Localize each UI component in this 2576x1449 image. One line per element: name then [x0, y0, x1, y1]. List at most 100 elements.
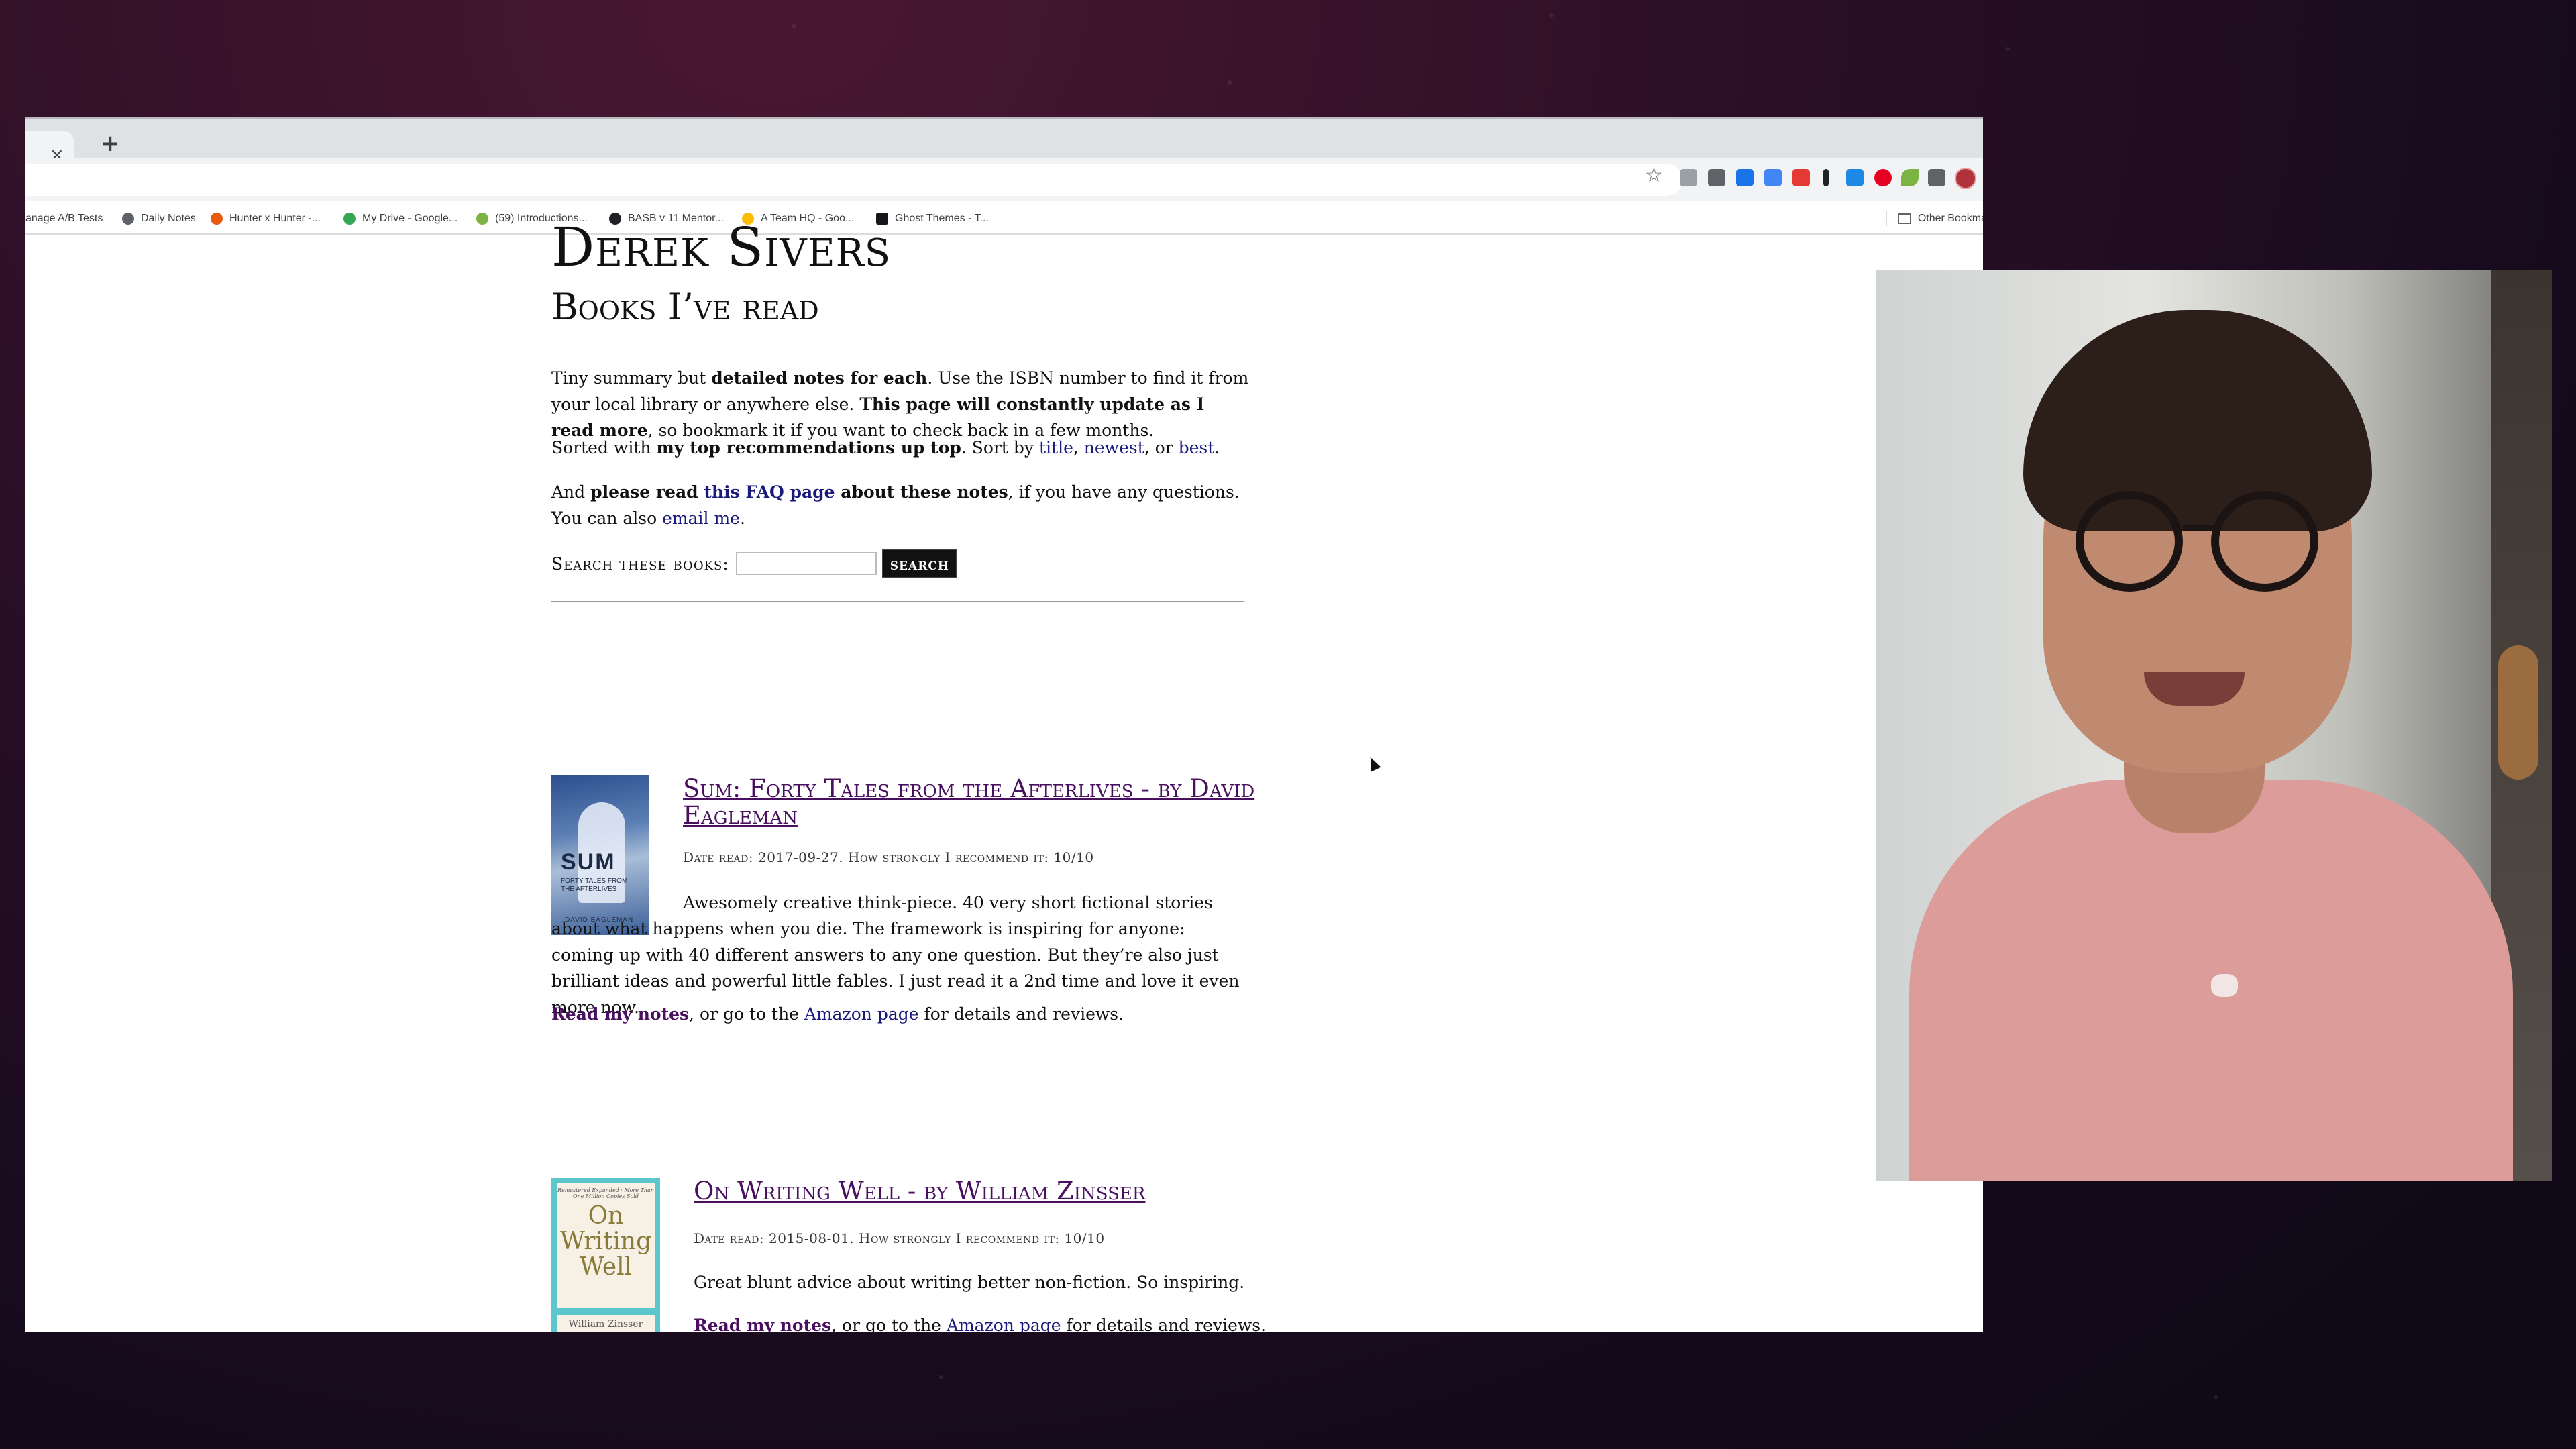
- bookmark-item[interactable]: Hunter x Hunter -...: [211, 209, 321, 228]
- bold-text: my top recommendations up top: [656, 438, 961, 458]
- background-dot: [1550, 13, 1554, 17]
- sort-title-link[interactable]: title: [1039, 438, 1073, 458]
- amazon-link[interactable]: Amazon page: [804, 1004, 919, 1024]
- email-link[interactable]: email me: [662, 508, 740, 528]
- book-entry: Remastered Expanded · More Than One Mill…: [551, 1178, 1266, 1332]
- bookmark-item[interactable]: anage A/B Tests: [25, 209, 103, 228]
- circle-icon: [476, 213, 488, 225]
- book-meta: Date read: 2017-09-27. How strongly I re…: [683, 849, 1094, 865]
- text: Sorted with: [551, 438, 657, 458]
- text: for details and reviews.: [1061, 1316, 1267, 1332]
- search-label: Search these books:: [551, 553, 729, 574]
- text: , or go to the: [689, 1004, 804, 1024]
- address-bar[interactable]: [25, 164, 1682, 196]
- extension-bar-icon[interactable]: [1823, 169, 1829, 186]
- text: , or: [1144, 438, 1179, 458]
- cover-author: William Zinsser: [568, 1319, 643, 1330]
- book-notes-line: Read my notes, or go to the Amazon page …: [694, 1312, 1271, 1332]
- book-notes-line: Read my notes, or go to the Amazon page …: [551, 1001, 1263, 1027]
- tab-strip: × +: [25, 117, 1983, 165]
- profile-avatar[interactable]: [1955, 168, 1976, 189]
- bold-text: please read: [590, 482, 704, 502]
- background-dot: [1228, 80, 1232, 85]
- bookmark-label: Daily Notes: [141, 213, 196, 224]
- other-bookmarks-label: Other Bookma: [1917, 213, 1983, 224]
- bookmark-star-icon[interactable]: ☆: [1645, 164, 1663, 187]
- amazon-link[interactable]: Amazon page: [947, 1316, 1061, 1332]
- active-tab[interactable]: ×: [25, 131, 74, 165]
- text: Tiny summary but: [551, 368, 712, 388]
- search-form: Search these books: search: [551, 549, 957, 578]
- text: for details and reviews.: [918, 1004, 1124, 1024]
- book-meta: Date read: 2015-08-01. How strongly I re…: [694, 1230, 1105, 1246]
- sort-newest-link[interactable]: newest: [1084, 438, 1144, 458]
- background-dot: [792, 24, 796, 28]
- sort-paragraph: Sorted with my top recommendations up to…: [551, 435, 1249, 461]
- background-dot: [939, 1375, 943, 1379]
- text: , or go to the: [831, 1316, 947, 1332]
- cover-title: SUM: [561, 849, 616, 875]
- intro-paragraph: Tiny summary but detailed notes for each…: [551, 365, 1249, 443]
- read-notes-link[interactable]: Read my notes: [694, 1316, 831, 1332]
- extension-gray-icon[interactable]: [1680, 169, 1697, 186]
- extension-red-icon[interactable]: [1792, 169, 1810, 186]
- folder-icon: [1897, 213, 1911, 224]
- faq-paragraph: And please read this FAQ page about thes…: [551, 479, 1249, 531]
- mouse-cursor-icon: [1365, 755, 1381, 772]
- sort-best-link[interactable]: best: [1179, 438, 1215, 458]
- bookmark-item[interactable]: Daily Notes: [122, 209, 196, 228]
- bookmark-label: anage A/B Tests: [25, 213, 103, 224]
- glasses-bridge: [2183, 525, 2216, 531]
- bold-text: detailed notes for each: [711, 368, 928, 388]
- google-drive-icon: [343, 213, 356, 225]
- bookmark-item[interactable]: Ghost Themes - T...: [876, 209, 989, 228]
- bookmark-label: My Drive - Google...: [362, 213, 458, 224]
- bookmark-divider: [1885, 211, 1887, 226]
- text: .: [1214, 438, 1220, 458]
- cover-band: [557, 1308, 655, 1315]
- book-title-link[interactable]: Sum: Forty Tales from the Afterlives - b…: [683, 775, 1260, 829]
- bookmark-item[interactable]: My Drive - Google...: [343, 209, 458, 228]
- globe-icon: [122, 213, 134, 225]
- site-title[interactable]: Derek Sivers: [551, 216, 891, 278]
- background-dot: [2214, 1395, 2218, 1399]
- webcam-person-hair: [2023, 310, 2372, 531]
- leaf-icon[interactable]: [1901, 169, 1919, 186]
- book-cover-image[interactable]: Remastered Expanded · More Than One Mill…: [551, 1178, 660, 1332]
- bookmarks-bar: anage A/B Tests Daily Notes Hunter x Hun…: [25, 201, 1983, 235]
- webcam-overlay: [1876, 270, 2552, 1181]
- cover-title: On Writing Well: [559, 1202, 652, 1281]
- faq-link[interactable]: this FAQ page: [704, 482, 835, 502]
- text: . Sort by: [961, 438, 1039, 458]
- book-title-link[interactable]: On Writing Well - by William Zinsser: [694, 1178, 1145, 1205]
- other-bookmarks[interactable]: Other Bookma: [1885, 209, 1983, 228]
- webcam-background-guitar: [2498, 645, 2538, 780]
- pinterest-icon[interactable]: [1874, 169, 1892, 186]
- background-dot: [2006, 47, 2010, 51]
- puzzle-icon[interactable]: [1928, 169, 1945, 186]
- read-notes-link[interactable]: Read my notes: [551, 1004, 689, 1024]
- bookmark-label: Hunter x Hunter -...: [229, 213, 321, 224]
- new-tab-icon[interactable]: +: [101, 130, 120, 157]
- shirt-logo-icon: [2211, 974, 2238, 997]
- extension-dark-icon[interactable]: [1708, 169, 1725, 186]
- extension-cyan-icon[interactable]: [1846, 169, 1864, 186]
- glasses-right-lens: [2211, 491, 2318, 592]
- text: And: [551, 482, 591, 502]
- divider: [551, 601, 1244, 602]
- search-button[interactable]: search: [881, 549, 957, 578]
- extension-blue-icon[interactable]: [1736, 169, 1754, 186]
- book-entry: SUM FORTY TALES FROM THE AFTERLIVES DAVI…: [551, 775, 1263, 1057]
- search-input[interactable]: [735, 552, 877, 575]
- cover-inner: Remastered Expanded · More Than One Mill…: [557, 1183, 655, 1332]
- bold-text: about these notes: [835, 482, 1008, 502]
- book-description: Great blunt advice about writing better …: [694, 1273, 1245, 1292]
- page-title: Books I’ve read: [551, 286, 819, 328]
- bookmark-label: Ghost Themes - T...: [895, 213, 989, 224]
- extension-iq-icon[interactable]: [1764, 169, 1782, 186]
- glasses-left-lens: [2076, 491, 2183, 592]
- browser-window: × + ☆ anage A/B Tests Daily Notes Hunter…: [25, 117, 1983, 1332]
- text: .: [739, 508, 745, 528]
- fire-icon: [211, 213, 223, 225]
- browser-toolbar: ☆: [25, 158, 1983, 201]
